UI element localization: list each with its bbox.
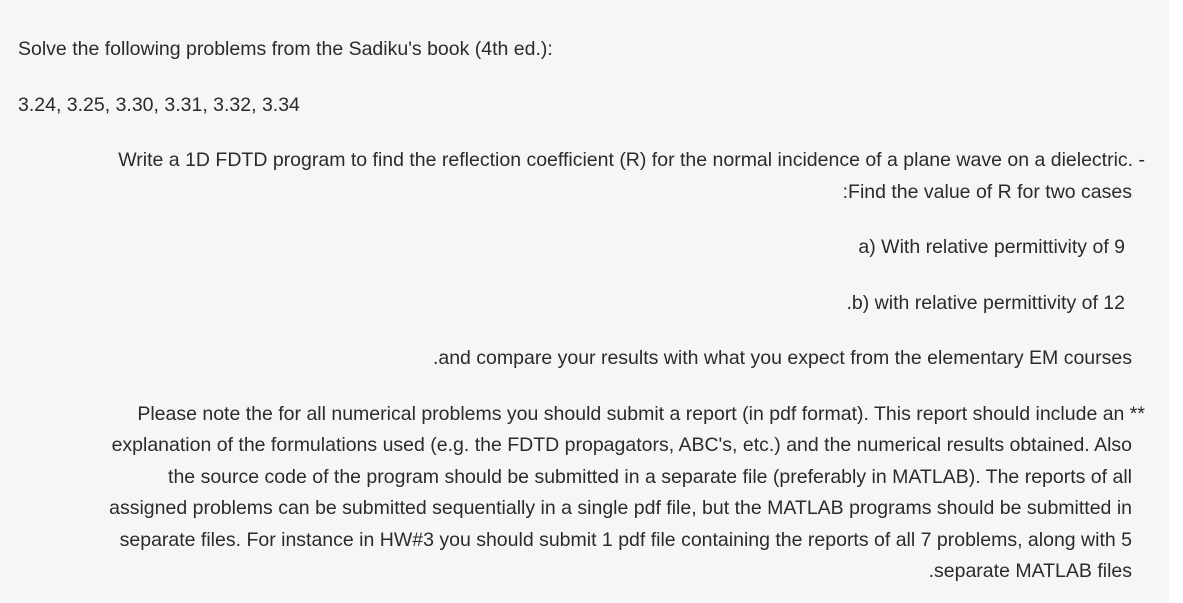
fdtd-task-cases-intro: :Find the value of R for two cases [842,181,1132,203]
note-line-5: separate files. For instance in HW#3 you… [119,529,1132,551]
compare-line: .and compare your results with what you … [432,347,1132,369]
note-line-3: the source code of the program should be… [168,466,1132,488]
fdtd-task-line: Write a 1D FDTD program to find the refl… [118,149,1145,171]
case-b: .b) with relative permittivity of 12 [846,292,1125,314]
assignment-panel: Solve the following problems from the Sa… [0,0,1169,603]
note-line-2: explanation of the formulations used (e.… [111,434,1132,456]
note-line-1: Please note the for all numerical proble… [137,403,1145,425]
case-a: a) With relative permittivity of 9 [858,236,1125,258]
note-line-4: assigned problems can be submitted seque… [109,497,1132,519]
instructions-heading: Solve the following problems from the Sa… [18,38,553,60]
note-line-6: .separate MATLAB files [928,560,1132,582]
problem-list: 3.24, 3.25, 3.30, 3.31, 3.32, 3.34 [18,94,300,116]
